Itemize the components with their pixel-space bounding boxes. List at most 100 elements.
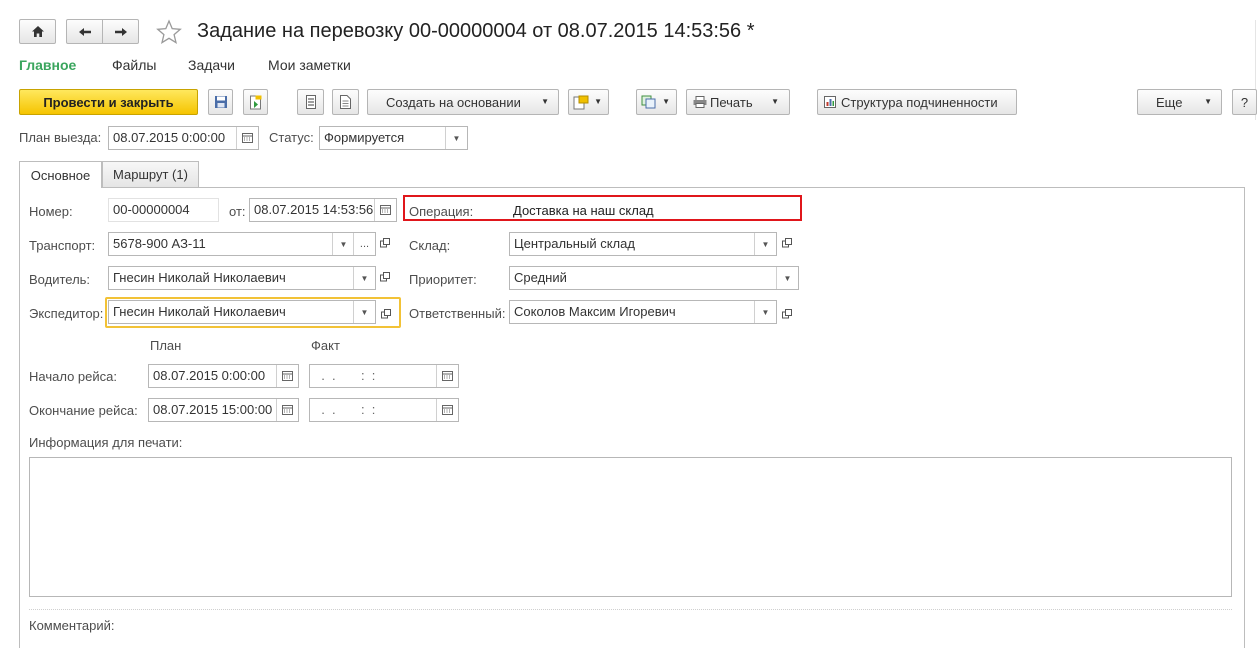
responsible-field[interactable]: Соколов Максим Игоревич ▼ <box>509 300 777 324</box>
structure-chart-icon <box>824 96 836 108</box>
forwarder-label: Экспедитор: <box>29 306 104 321</box>
save-icon <box>214 96 227 108</box>
attach-document-icon <box>573 95 589 109</box>
trip-end-plan-value: 08.07.2015 15:00:00 <box>153 402 273 417</box>
chevron-down-icon: ▼ <box>541 97 549 106</box>
arrow-left-icon <box>78 27 91 36</box>
chevron-down-icon[interactable]: ▼ <box>754 301 776 323</box>
home-button[interactable] <box>19 19 56 44</box>
forwarder-value: Гнесин Николай Николаевич <box>113 304 286 319</box>
transport-field[interactable]: 5678-900 АЗ-11 ▼ ... <box>108 232 376 256</box>
post-and-close-button[interactable]: Провести и закрыть <box>19 89 198 115</box>
status-label: Статус: <box>269 130 314 145</box>
warehouse-open-icon[interactable] <box>782 236 792 251</box>
nav-notes[interactable]: Мои заметки <box>268 57 351 73</box>
forwarder-field[interactable]: Гнесин Николай Николаевич ▼ <box>108 300 376 324</box>
print-info-textarea[interactable] <box>29 457 1232 597</box>
responsible-value: Соколов Максим Игоревич <box>514 304 676 319</box>
driver-field[interactable]: Гнесин Николай Николаевич ▼ <box>108 266 376 290</box>
post-document-icon <box>249 95 261 109</box>
plan-departure-label: План выезда: <box>19 130 102 145</box>
trip-start-fact-field[interactable]: . . : : <box>309 364 459 388</box>
calendar-icon[interactable] <box>236 127 258 149</box>
calendar-icon[interactable] <box>374 199 396 221</box>
date-from-label: от: <box>229 204 246 219</box>
status-value: Формируется <box>324 130 405 145</box>
calendar-icon[interactable] <box>276 365 298 387</box>
favorite-star-button[interactable] <box>156 19 182 45</box>
warehouse-label: Склад: <box>409 238 451 253</box>
exchange-menu-button[interactable]: ▼ <box>636 89 677 115</box>
trip-start-label: Начало рейса: <box>29 369 117 384</box>
list-view-button[interactable] <box>297 89 324 115</box>
window-title: Задание на перевозку 00-00000004 от 08.0… <box>197 20 755 42</box>
number-label: Номер: <box>29 204 73 219</box>
trip-start-fact-value: . . : : <box>314 368 376 383</box>
nav-files[interactable]: Файлы <box>112 57 156 73</box>
nav-tasks[interactable]: Задачи <box>188 57 235 73</box>
chevron-down-icon[interactable]: ▼ <box>353 267 375 289</box>
more-label: Еще <box>1156 94 1183 110</box>
chevron-down-icon: ▼ <box>1204 97 1212 106</box>
nav-main[interactable]: Главное <box>19 57 76 73</box>
back-button[interactable] <box>66 19 103 44</box>
forward-button[interactable] <box>102 19 139 44</box>
number-field[interactable]: 00-00000004 <box>108 198 219 222</box>
save-button[interactable] <box>208 89 233 115</box>
number-value: 00-00000004 <box>113 202 190 217</box>
post-button[interactable] <box>243 89 268 115</box>
printer-icon <box>693 96 707 108</box>
chevron-down-icon[interactable]: ▼ <box>332 233 354 255</box>
status-select[interactable]: Формируется ▼ <box>319 126 468 150</box>
tab-route[interactable]: Маршрут (1) <box>102 161 199 187</box>
fact-column-header: Факт <box>311 338 340 353</box>
plan-column-header: План <box>150 338 182 353</box>
responsible-open-icon[interactable] <box>782 307 792 322</box>
trip-end-label: Окончание рейса: <box>29 403 138 418</box>
document-view-button[interactable] <box>332 89 359 115</box>
forwarder-open-icon[interactable] <box>381 307 391 322</box>
tab-main[interactable]: Основное <box>19 161 102 188</box>
more-button[interactable]: Еще ▼ <box>1137 89 1222 115</box>
transport-open-icon[interactable] <box>380 236 390 251</box>
chevron-down-icon[interactable]: ▼ <box>776 267 798 289</box>
comment-label: Комментарий: <box>29 618 115 633</box>
calendar-icon[interactable] <box>436 365 458 387</box>
chevron-down-icon: ▼ <box>594 97 602 106</box>
chevron-down-icon[interactable]: ▼ <box>353 301 375 323</box>
calendar-icon[interactable] <box>436 399 458 421</box>
date-from-field[interactable]: 08.07.2015 14:53:56 <box>249 198 397 222</box>
warehouse-field[interactable]: Центральный склад ▼ <box>509 232 777 256</box>
structure-button[interactable]: Структура подчиненности <box>817 89 1017 115</box>
print-button[interactable]: Печать ▼ <box>686 89 790 115</box>
create-based-on-button[interactable]: Создать на основании ▼ <box>367 89 559 115</box>
print-info-label: Информация для печати: <box>29 435 183 450</box>
select-ellipsis-icon[interactable]: ... <box>353 233 375 255</box>
star-icon <box>156 19 182 44</box>
plan-departure-field[interactable]: 08.07.2015 0:00:00 <box>108 126 259 150</box>
trip-end-fact-value: . . : : <box>314 402 376 417</box>
priority-label: Приоритет: <box>409 272 477 287</box>
attach-menu-button[interactable]: ▼ <box>568 89 609 115</box>
operation-value[interactable]: Доставка на наш склад <box>513 203 654 218</box>
trip-end-fact-field[interactable]: . . : : <box>309 398 459 422</box>
trip-end-plan-field[interactable]: 08.07.2015 15:00:00 <box>148 398 299 422</box>
date-from-value: 08.07.2015 14:53:56 <box>254 202 374 217</box>
transport-label: Транспорт: <box>29 238 96 253</box>
calendar-icon[interactable] <box>276 399 298 421</box>
priority-value: Средний <box>514 270 567 285</box>
comment-separator <box>29 609 1232 610</box>
print-label: Печать <box>710 94 753 110</box>
priority-select[interactable]: Средний ▼ <box>509 266 799 290</box>
chevron-down-icon[interactable]: ▼ <box>445 127 467 149</box>
help-button[interactable]: ? <box>1232 89 1257 115</box>
plan-departure-value: 08.07.2015 0:00:00 <box>113 130 226 145</box>
structure-label: Структура подчиненности <box>841 94 998 110</box>
transport-value: 5678-900 АЗ-11 <box>113 236 206 251</box>
exchange-icon <box>641 95 656 109</box>
trip-start-plan-field[interactable]: 08.07.2015 0:00:00 <box>148 364 299 388</box>
responsible-label: Ответственный: <box>409 306 506 321</box>
document-icon <box>340 95 351 109</box>
driver-open-icon[interactable] <box>380 270 390 285</box>
chevron-down-icon[interactable]: ▼ <box>754 233 776 255</box>
